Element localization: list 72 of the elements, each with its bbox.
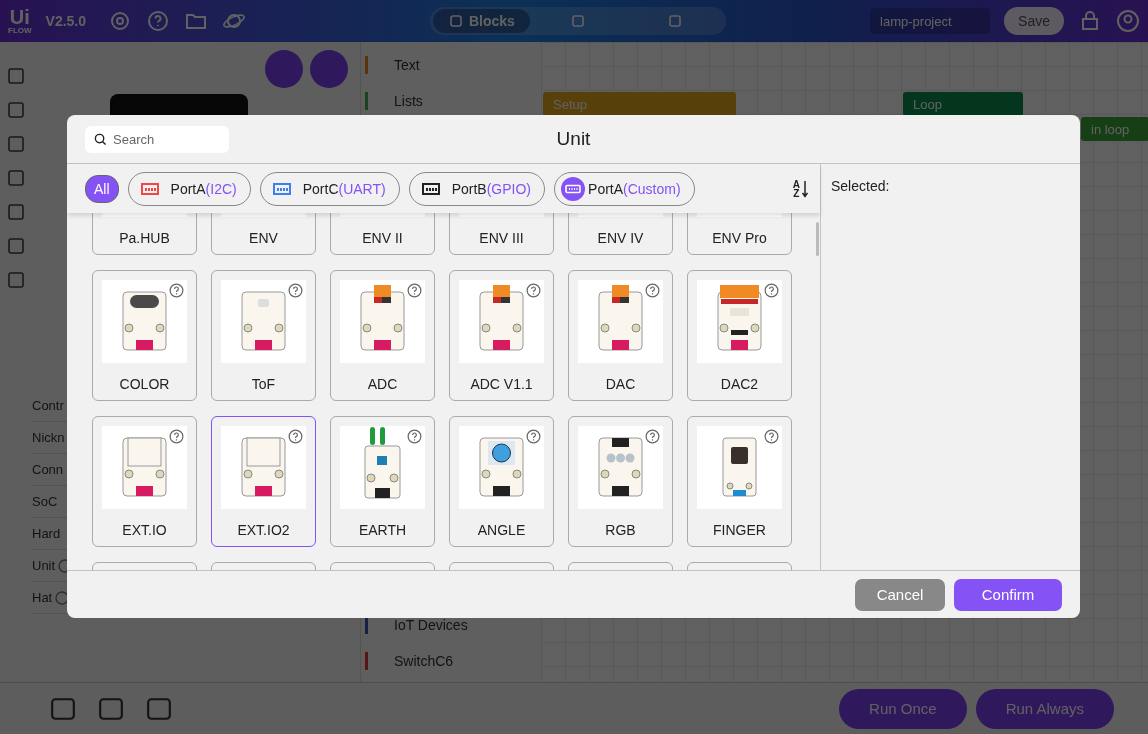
panel-label: Contr xyxy=(32,398,64,413)
view-icon xyxy=(447,13,464,29)
unit-card[interactable]: FINGER xyxy=(687,416,792,547)
help-icon[interactable] xyxy=(407,429,422,444)
unit-card[interactable]: ADC xyxy=(330,270,435,401)
help-icon[interactable] xyxy=(146,9,171,33)
unit-card[interactable]: Pa.HUB xyxy=(92,213,197,255)
unit-name: EXT.IO2 xyxy=(237,522,290,538)
unit-card[interactable]: EXT.IO xyxy=(92,416,197,547)
unit-card[interactable]: ADC V1.1 xyxy=(449,270,554,401)
unit-name: FINGER xyxy=(713,522,766,538)
help-icon[interactable] xyxy=(526,283,541,298)
category-marker xyxy=(365,56,368,74)
panel-label: Hat xyxy=(32,590,53,605)
cancel-button[interactable]: Cancel xyxy=(855,578,945,611)
help-icon[interactable] xyxy=(645,283,660,298)
sort-button[interactable]: A Z xyxy=(792,179,808,198)
unit-card[interactable]: DAC xyxy=(568,270,673,401)
panel-label: Unit xyxy=(32,558,56,573)
unit-card[interactable]: ENV II xyxy=(330,213,435,255)
help-icon[interactable] xyxy=(526,429,541,444)
unit-name: ToF xyxy=(251,376,276,392)
unit-name: ENV xyxy=(249,230,278,246)
panel-label: Nickn xyxy=(32,430,65,445)
unit-name: ADC V1.1 xyxy=(470,376,533,392)
panel-label: Hard xyxy=(32,526,61,541)
help-icon[interactable] xyxy=(169,283,184,298)
unit-name: ENV IV xyxy=(597,230,644,246)
unit-card[interactable]: EARTH xyxy=(330,416,435,547)
unit-card[interactable]: ANGLE xyxy=(449,416,554,547)
unit-card[interactable]: ENV Pro xyxy=(687,213,792,255)
unit-name: ENV Pro xyxy=(712,230,767,246)
unit-name: EXT.IO xyxy=(122,522,167,538)
category-marker xyxy=(365,652,368,670)
unit-name: DAC xyxy=(605,376,636,392)
help-icon[interactable] xyxy=(764,283,779,298)
unit-card[interactable]: RGB xyxy=(568,416,673,547)
unit-card[interactable]: ENV IV xyxy=(568,213,673,255)
help-icon[interactable] xyxy=(407,283,422,298)
unit-name: COLOR xyxy=(119,376,170,392)
unit-card[interactable]: COLOR xyxy=(92,270,197,401)
help-icon[interactable] xyxy=(288,429,303,444)
logo: Ui FLOW xyxy=(8,7,32,35)
unit-name: ADC xyxy=(367,376,398,392)
dialog-title: Unit xyxy=(556,128,591,150)
unit-name: ENV III xyxy=(479,230,524,246)
search-icon xyxy=(94,132,107,146)
view-icon xyxy=(570,13,587,29)
help-icon[interactable] xyxy=(169,429,184,444)
unit-card[interactable]: ENV xyxy=(211,213,316,255)
unit-name: ENV II xyxy=(362,230,403,246)
unit-card[interactable]: EXT.IO2 xyxy=(211,416,316,547)
confirm-button[interactable]: Confirm xyxy=(954,578,1062,611)
search-field[interactable]: Search xyxy=(85,125,229,153)
selected-label: Selected: xyxy=(831,178,890,194)
scrollbar-thumb[interactable] xyxy=(816,222,819,256)
unit-name: EARTH xyxy=(358,522,407,538)
panel-label: SoC xyxy=(32,494,58,509)
help-icon[interactable] xyxy=(288,283,303,298)
help-icon[interactable] xyxy=(645,429,660,444)
unit-name: Pa.HUB xyxy=(119,230,170,246)
unit-card[interactable]: ENV III xyxy=(449,213,554,255)
unit-card[interactable]: DAC2 xyxy=(687,270,792,401)
unit-name: DAC2 xyxy=(720,376,759,392)
unit-name: ANGLE xyxy=(477,522,526,538)
panel-label: Conn xyxy=(32,462,64,477)
category-marker xyxy=(365,92,368,110)
unit-name: RGB xyxy=(605,522,636,538)
unit-card[interactable]: ToF xyxy=(211,270,316,401)
view-icon xyxy=(666,13,683,29)
help-icon[interactable] xyxy=(764,429,779,444)
version-label: V2.5.0 xyxy=(45,13,87,29)
